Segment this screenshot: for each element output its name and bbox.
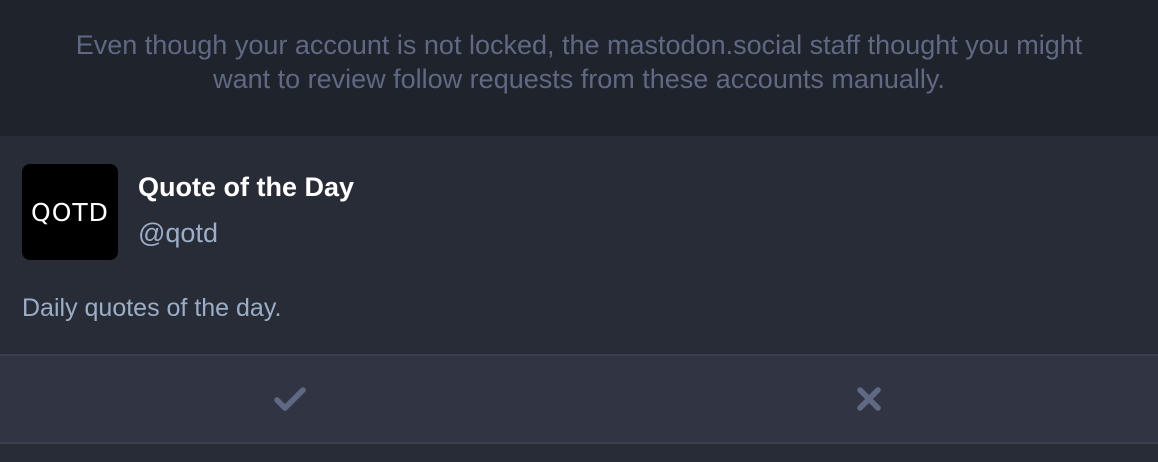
authorize-button[interactable] [0,356,579,442]
notice-text: Even though your account is not locked, … [75,30,1083,94]
reject-button[interactable] [579,356,1158,442]
display-name[interactable]: Quote of the Day [138,170,354,204]
follow-request-card: QOTD Quote of the Day @qotd Daily quotes… [0,136,1158,462]
locked-account-notice: Even though your account is not locked, … [0,0,1158,130]
times-icon [856,386,882,412]
check-icon [273,387,306,411]
request-actions [0,354,1158,444]
account-bio: Daily quotes of the day. [22,294,282,322]
account-header[interactable]: QOTD Quote of the Day @qotd [22,164,354,260]
account-handle: @qotd [138,218,218,248]
account-names: Quote of the Day @qotd [138,170,354,250]
avatar[interactable]: QOTD [22,164,118,260]
